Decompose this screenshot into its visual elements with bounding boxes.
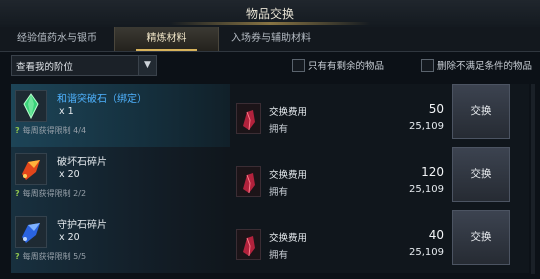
title-glow (170, 22, 370, 25)
exclude-unmet-label: 删除不满足条件的物品 (437, 61, 533, 72)
cost-value: 40 (428, 228, 444, 242)
weekly-limit-text: 每周获得限制 4/4 (22, 126, 87, 135)
owned-value: 25,109 (409, 121, 444, 132)
material-icon (236, 103, 261, 134)
exchange-button[interactable]: 交换 (452, 84, 510, 139)
cost-panel: 交换费用 120 拥有 25,109 (230, 147, 446, 210)
tab-bar: 经验值药水与银币 精炼材料 入场券与辅助材料 (0, 27, 540, 52)
tab-tickets-aux-materials[interactable]: 入场券与辅助材料 (217, 27, 325, 51)
owned-label: 拥有 (269, 250, 289, 261)
cost-label: 交换费用 (269, 107, 308, 118)
item-quantity: x 1 (59, 106, 74, 117)
blue-shard-icon (15, 216, 47, 248)
item-info: 守护石碎片 x 20 ? 每周获得限制 5/5 (11, 210, 230, 273)
cost-label: 交换费用 (269, 233, 308, 244)
owned-value: 25,109 (409, 247, 444, 258)
owned-value: 25,109 (409, 184, 444, 195)
tab-refining-materials[interactable]: 精炼材料 (114, 27, 219, 51)
owned-label: 拥有 (269, 187, 289, 198)
item-quantity: x 20 (59, 232, 80, 243)
exclude-unmet-checkbox[interactable] (421, 59, 434, 72)
weekly-limit-text: 每周获得限制 5/5 (22, 252, 87, 261)
cost-value: 50 (428, 102, 444, 116)
cost-label: 交换费用 (269, 170, 308, 181)
only-remaining-checkbox[interactable] (292, 59, 305, 72)
scrollbar[interactable] (531, 84, 535, 274)
material-icon (236, 229, 261, 260)
item-info: 破坏石碎片 x 20 ? 每周获得限制 2/2 (11, 147, 230, 210)
weekly-limit-text: 每周获得限制 2/2 (22, 189, 87, 198)
list-item[interactable]: 破坏石碎片 x 20 ? 每周获得限制 2/2 交换费用 120 拥有 25,10… (11, 147, 529, 210)
exchange-button[interactable]: 交换 (452, 210, 510, 265)
window-title: 物品交换 (245, 7, 294, 21)
tier-dropdown[interactable]: 查看我的阶位 ▼ (11, 55, 157, 76)
red-shard-icon (15, 153, 47, 185)
only-remaining-label: 只有有剩余的物品 (308, 61, 385, 72)
weekly-limit: ? 每周获得限制 4/4 (15, 125, 86, 136)
item-info: 和谐突破石（绑定） x 1 ? 每周获得限制 4/4 (11, 84, 230, 147)
filter-bar: 查看我的阶位 ▼ 只有有剩余的物品 删除不满足条件的物品 (0, 51, 540, 77)
item-name: 和谐突破石（绑定） (57, 94, 147, 105)
item-name: 守护石碎片 (57, 220, 107, 231)
title-bar: 物品交换 (0, 0, 540, 28)
cost-value: 120 (421, 165, 444, 179)
tier-dropdown-value: 查看我的阶位 (16, 62, 74, 73)
cost-panel: 交换费用 40 拥有 25,109 (230, 210, 446, 273)
green-crystal-icon (15, 90, 47, 122)
item-quantity: x 20 (59, 169, 80, 180)
question-icon: ? (15, 126, 20, 135)
question-icon: ? (15, 252, 20, 261)
exchange-button[interactable]: 交换 (452, 147, 510, 202)
list-item[interactable]: 和谐突破石（绑定） x 1 ? 每周获得限制 4/4 交换费用 50 拥有 25,… (11, 84, 529, 147)
weekly-limit: ? 每周获得限制 2/2 (15, 188, 86, 199)
item-name: 破坏石碎片 (57, 157, 107, 168)
cost-panel: 交换费用 50 拥有 25,109 (230, 84, 446, 147)
list-item[interactable]: 守护石碎片 x 20 ? 每周获得限制 5/5 交换费用 40 拥有 25,109… (11, 210, 529, 273)
weekly-limit: ? 每周获得限制 5/5 (15, 251, 86, 262)
question-icon: ? (15, 189, 20, 198)
tab-exp-potion-silver[interactable]: 经验值药水与银币 (0, 27, 114, 51)
owned-label: 拥有 (269, 124, 289, 135)
chevron-down-icon[interactable]: ▼ (138, 56, 156, 75)
material-icon (236, 166, 261, 197)
